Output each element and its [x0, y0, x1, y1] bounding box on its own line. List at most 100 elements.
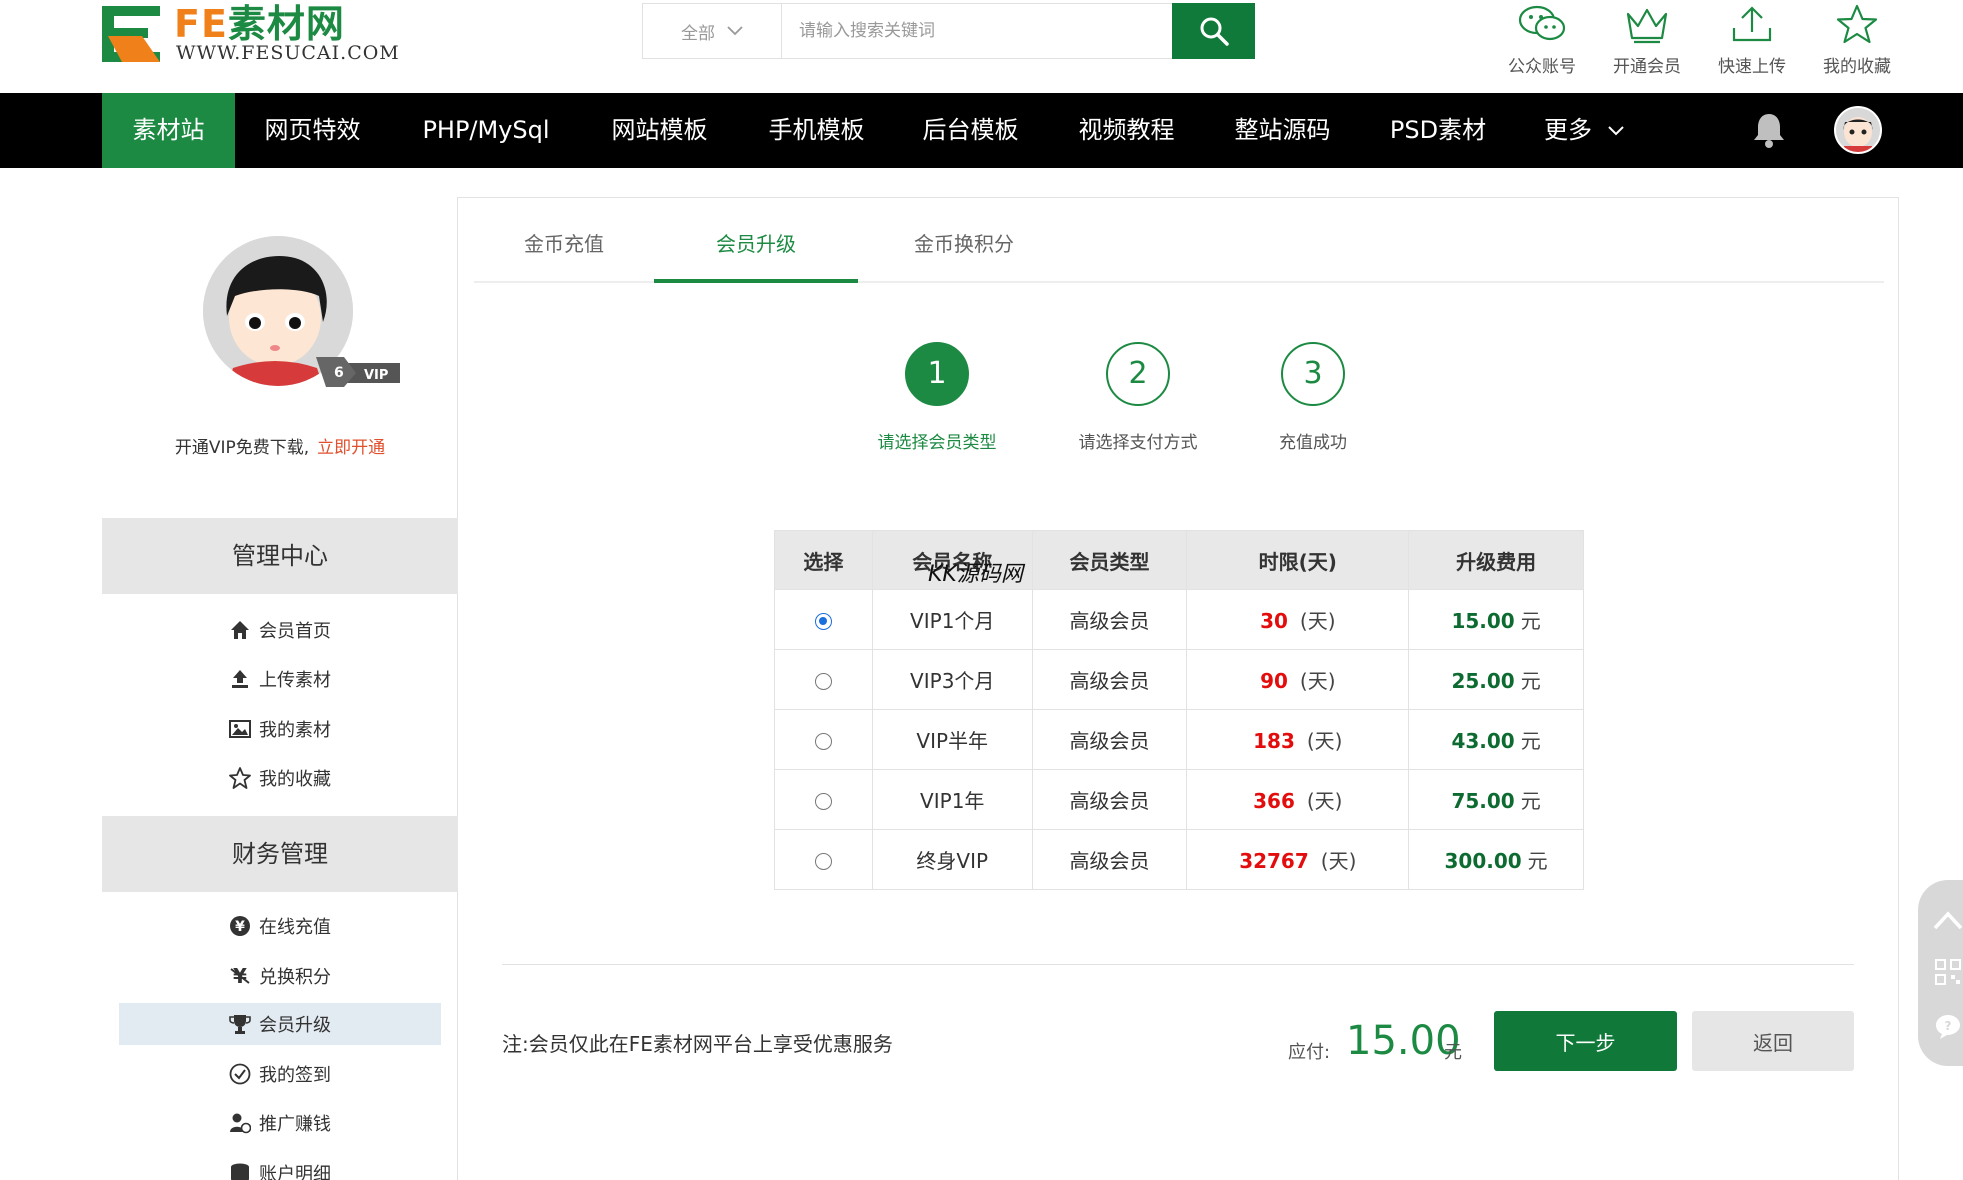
- quick-link-wechat[interactable]: 公众账号: [1497, 0, 1587, 77]
- wechat-icon: [1518, 5, 1566, 41]
- sidebar-item-checkin[interactable]: 我的签到: [102, 1053, 458, 1095]
- logo-url: WWW.FESUCAI.COM: [176, 42, 400, 64]
- search-category-select[interactable]: 全部: [643, 4, 782, 58]
- plan-name: VIP3个月: [871, 649, 1033, 710]
- svg-text:6: 6: [334, 365, 344, 381]
- plan-type: 高级会员: [1031, 589, 1188, 650]
- sidebar-item-my-materials[interactable]: 我的素材: [102, 708, 458, 750]
- quick-link-favorites[interactable]: 我的收藏: [1812, 0, 1902, 77]
- tab-coin-to-points[interactable]: 金币换积分: [878, 197, 1050, 283]
- nav-item-more[interactable]: 更多: [1544, 93, 1630, 168]
- bell-icon[interactable]: [1752, 111, 1786, 149]
- crown-icon: [1626, 8, 1668, 44]
- next-step-button[interactable]: 下一步: [1494, 1011, 1677, 1071]
- table-row[interactable]: VIP3个月 高级会员 90 (天) 25.00 元: [774, 649, 1584, 710]
- home-icon: [231, 621, 249, 639]
- plan-radio[interactable]: [814, 792, 832, 810]
- pay-label: 应付:: [1288, 1042, 1331, 1063]
- search-button[interactable]: [1172, 3, 1255, 59]
- chevron-down-icon: [1607, 126, 1624, 136]
- qrcode-button[interactable]: [1932, 956, 1963, 988]
- sidebar-item-upload[interactable]: 上传素材: [102, 658, 458, 700]
- plan-radio[interactable]: [814, 732, 832, 750]
- step-label: 充值成功: [1279, 433, 1347, 453]
- sidebar-item-upgrade[interactable]: 会员升级: [119, 1003, 441, 1045]
- star-icon: [1836, 4, 1878, 44]
- search-icon: [1200, 17, 1229, 46]
- tab-bar: 金币充值 会员升级 金币换积分: [474, 197, 1884, 283]
- sidebar-item-exchange[interactable]: ¥ 兑换积分: [102, 955, 458, 997]
- step-2: 2 请选择支付方式: [1058, 342, 1218, 453]
- plan-type: 高级会员: [1031, 829, 1188, 890]
- sidebar-item-favorites[interactable]: 我的收藏: [102, 757, 458, 799]
- plan-name: 终身VIP: [871, 829, 1033, 890]
- plan-type: 高级会员: [1031, 709, 1188, 770]
- sidebar-item-recharge[interactable]: ¥ 在线充值: [102, 905, 458, 947]
- step-label: 请选择支付方式: [1078, 433, 1198, 453]
- plan-radio[interactable]: [814, 672, 832, 690]
- open-vip-link[interactable]: 立即开通: [317, 438, 385, 458]
- plan-type: 高级会员: [1031, 769, 1188, 830]
- tab-coin-recharge[interactable]: 金币充值: [494, 197, 634, 283]
- step-3: 3 充值成功: [1233, 342, 1393, 453]
- header-select: 选择: [774, 530, 873, 590]
- quick-link-vip[interactable]: 开通会员: [1602, 0, 1692, 77]
- site-logo[interactable]: FE素材网 WWW.FESUCAI.COM: [102, 2, 422, 66]
- plan-name: VIP1年: [871, 769, 1033, 830]
- site-header: FE素材网 WWW.FESUCAI.COM 全部 公众账号 开通会员 快速上传 …: [0, 0, 1963, 93]
- divider: [502, 964, 1854, 965]
- header-type: 会员类型: [1031, 530, 1188, 590]
- user-coin-icon: [230, 1113, 251, 1134]
- avatar[interactable]: [1834, 106, 1882, 154]
- nav-item-video[interactable]: 视频教程: [1074, 93, 1179, 168]
- table-row[interactable]: VIP1个月 高级会员 30 (天) 15.00 元: [774, 589, 1584, 650]
- avatar-face-icon: [1836, 108, 1880, 152]
- table-row[interactable]: VIP半年 高级会员 183 (天) 43.00 元: [774, 709, 1584, 770]
- nav-item-site-templates[interactable]: 网站模板: [607, 93, 712, 168]
- vip-tip: 开通VIP免费下载, 立即开通: [174, 438, 386, 458]
- plan-fee: 25.00 元: [1408, 649, 1584, 710]
- trophy-icon: [229, 1015, 251, 1034]
- svg-text:¥: ¥: [235, 919, 245, 935]
- sidebar-item-member-home[interactable]: 会员首页: [102, 609, 458, 651]
- plan-days: 32767 (天): [1186, 829, 1410, 890]
- sidebar-item-account-detail[interactable]: 账户明细: [102, 1152, 458, 1180]
- search-input[interactable]: [783, 4, 1173, 58]
- step-1: 1 请选择会员类型: [857, 342, 1017, 453]
- step-number: 2: [1106, 342, 1170, 406]
- nav-item-source[interactable]: 整站源码: [1230, 93, 1335, 168]
- nav-item-admin-templates[interactable]: 后台模板: [918, 93, 1023, 168]
- nav-item-effects[interactable]: 网页特效: [260, 93, 365, 168]
- search-bar: 全部: [642, 3, 1255, 59]
- qrcode-icon: [1935, 959, 1961, 985]
- plan-radio[interactable]: [814, 612, 832, 630]
- back-button[interactable]: 返回: [1692, 1011, 1854, 1071]
- logo-title: FE素材网: [174, 2, 345, 46]
- plan-name: VIP半年: [871, 709, 1033, 770]
- quick-link-upload[interactable]: 快速上传: [1707, 0, 1797, 77]
- check-circle-icon: [229, 1063, 251, 1085]
- sidebar: 6 VIP 开通VIP免费下载, 立即开通 管理中心 会员首页 上传素材 我的素材…: [102, 197, 458, 1180]
- tab-member-upgrade[interactable]: 会员升级: [654, 197, 858, 283]
- chevron-up-icon: [1933, 911, 1963, 930]
- header-fee: 升级费用: [1408, 530, 1584, 590]
- plan-days: 30 (天): [1186, 589, 1410, 650]
- plan-fee: 75.00 元: [1408, 769, 1584, 830]
- plan-days: 90 (天): [1186, 649, 1410, 710]
- floating-toolbar: ?: [1918, 880, 1963, 1066]
- nav-item-mobile-templates[interactable]: 手机模板: [764, 93, 869, 168]
- sidebar-item-promote[interactable]: 推广赚钱: [102, 1102, 458, 1144]
- plan-radio[interactable]: [814, 852, 832, 870]
- vip-badge-icon: 6 VIP: [316, 357, 400, 387]
- database-icon: [231, 1163, 249, 1180]
- nav-item-php[interactable]: PHP/MySql: [418, 93, 554, 168]
- table-row[interactable]: VIP1年 高级会员 366 (天) 75.00 元: [774, 769, 1584, 830]
- table-row[interactable]: 终身VIP 高级会员 32767 (天) 300.00 元: [774, 829, 1584, 890]
- back-to-top-button[interactable]: [1932, 904, 1963, 936]
- table-header-row: 选择 会员名称 会员类型 时限(天) 升级费用: [774, 530, 1584, 590]
- nav-item-sucai[interactable]: 素材站: [102, 93, 235, 168]
- upload-icon: [1732, 6, 1772, 42]
- svg-text:VIP: VIP: [364, 368, 388, 383]
- nav-item-psd[interactable]: PSD素材: [1388, 93, 1488, 168]
- feedback-button[interactable]: ?: [1932, 1010, 1963, 1042]
